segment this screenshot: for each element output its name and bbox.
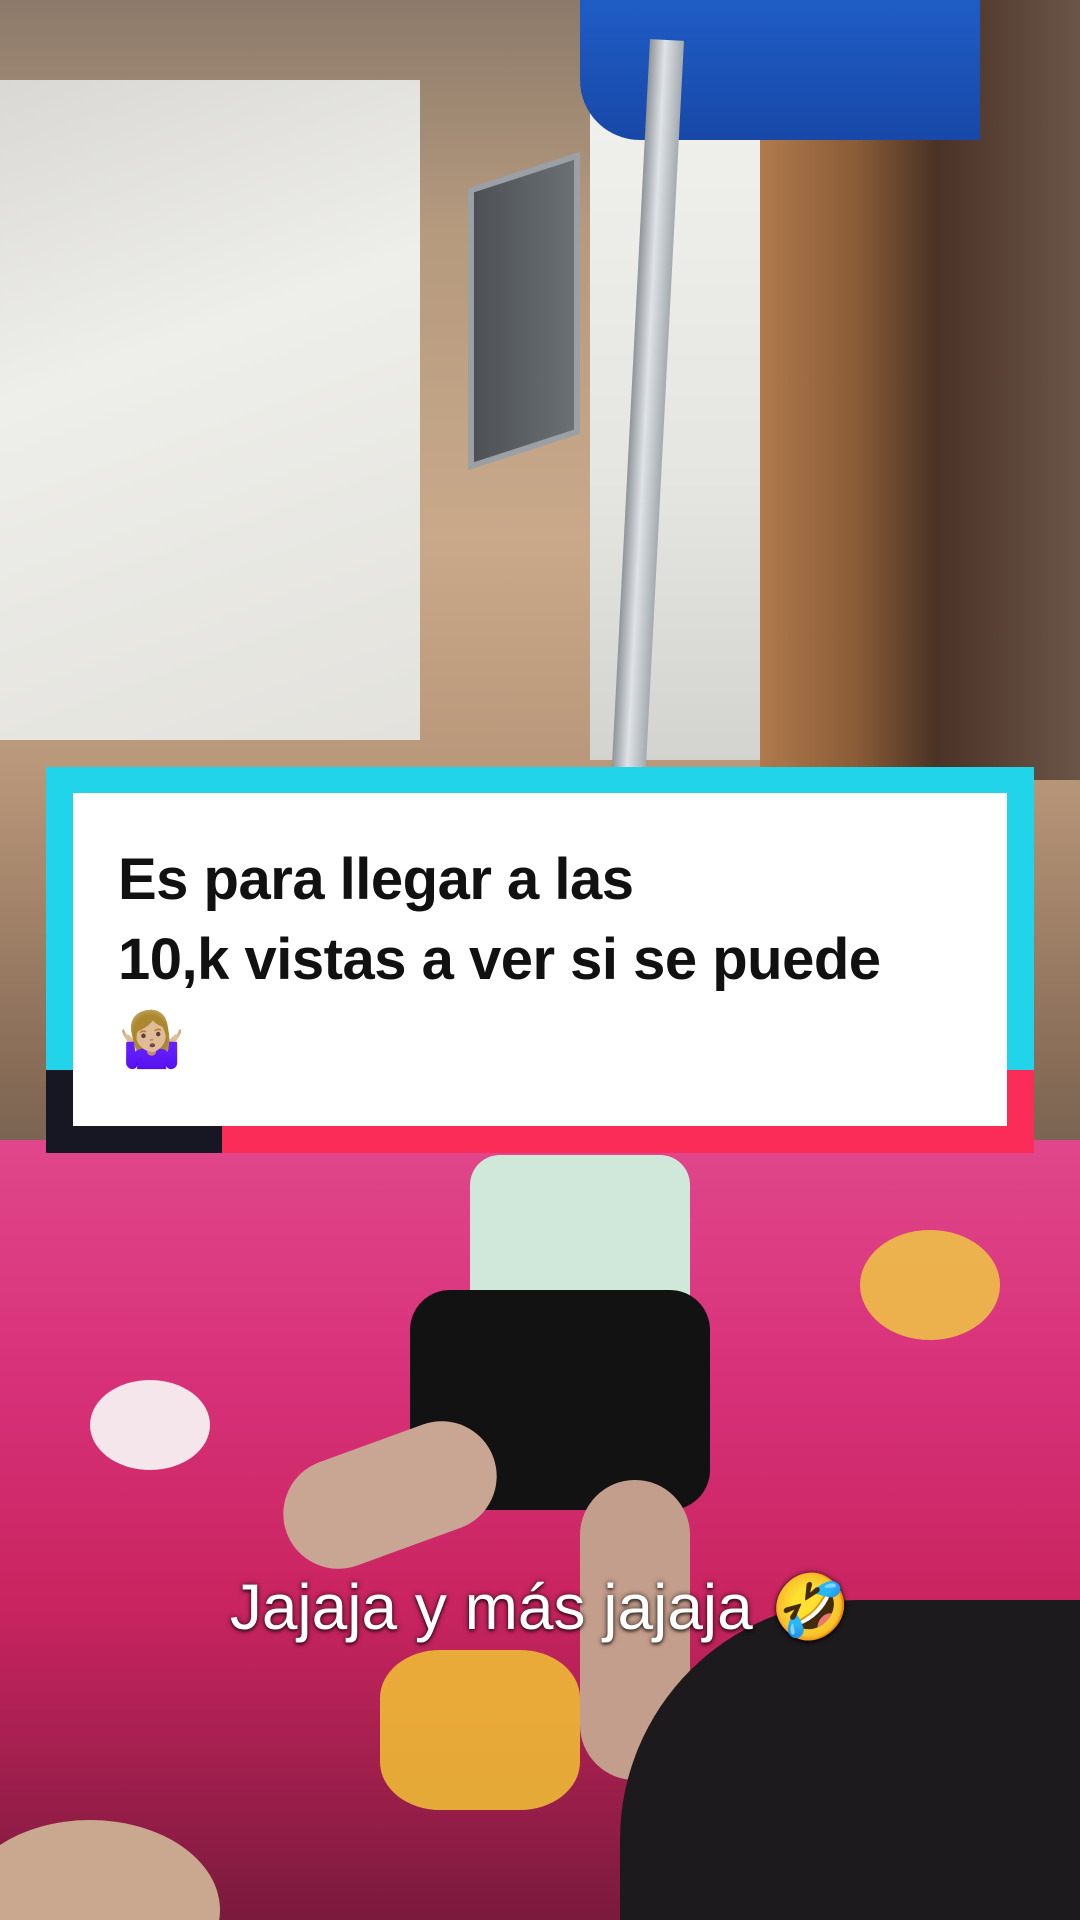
caption-line-2: 10,k vistas a ver si se puede [118,927,881,992]
blanket-pattern [90,1380,210,1470]
caption-card-text: Es para llegar a las 10,k vistas a ver s… [118,840,998,1080]
caption-line-1: Es para llegar a las [118,847,634,912]
shrug-emoji-icon: 🤷🏼‍♀️ [118,1008,185,1071]
blanket-pattern [380,1650,580,1810]
wall-panel [0,80,420,740]
video-frame: Es para llegar a las 10,k vistas a ver s… [0,0,1080,1920]
tablet-on-stand [468,151,580,471]
blue-towel [580,0,980,140]
blanket-pattern [860,1230,1000,1340]
subtitle-text: Jajaja y más jajaja 🤣 [229,1571,851,1643]
